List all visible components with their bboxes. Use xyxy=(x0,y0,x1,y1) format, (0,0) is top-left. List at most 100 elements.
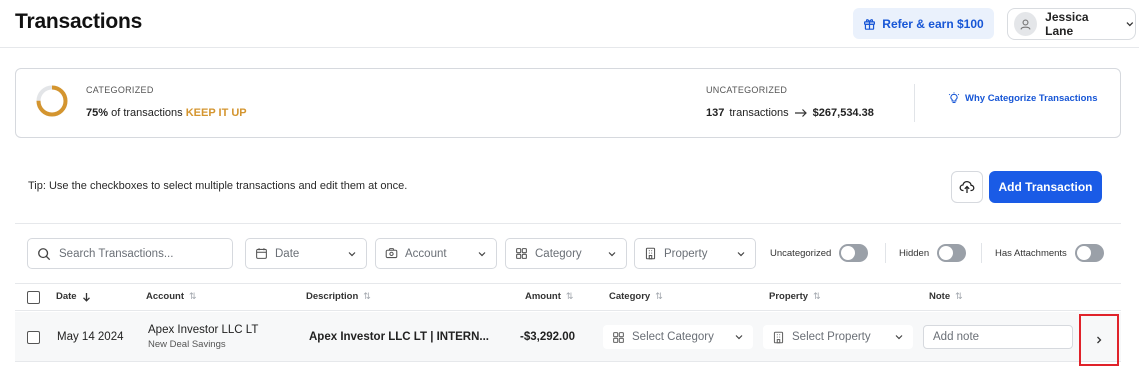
chevron-right-icon xyxy=(1097,336,1102,344)
uncategorized-value: 137 transactions $267,534.38 xyxy=(706,107,874,119)
account-filter[interactable]: Account xyxy=(375,238,497,269)
page-title: Transactions xyxy=(15,10,143,33)
note-input[interactable] xyxy=(923,325,1073,349)
sort-icon: ⇅ xyxy=(565,291,574,301)
chevron-down-icon xyxy=(608,251,616,256)
chevron-down-icon xyxy=(478,251,486,256)
uncategorized-text: transactions xyxy=(729,107,789,119)
property-filter-label: Property xyxy=(664,247,708,260)
attachments-toggle[interactable] xyxy=(1074,244,1104,262)
column-header-description[interactable]: Description ⇅ xyxy=(306,291,371,302)
row-checkbox[interactable] xyxy=(27,331,40,344)
summary-divider xyxy=(914,84,915,122)
upload-button[interactable] xyxy=(951,171,983,203)
categorization-summary-card: CATEGORIZED 75% of transactions KEEP IT … xyxy=(15,68,1121,138)
avatar xyxy=(1014,12,1038,36)
why-categorize-link[interactable]: Why Categorize Transactions xyxy=(948,92,1098,104)
date-filter[interactable]: Date xyxy=(245,238,367,269)
attachments-toggle-group: Has Attachments xyxy=(995,243,1104,263)
sort-icon: ⇅ xyxy=(655,291,663,301)
lightbulb-icon xyxy=(948,92,960,104)
property-filter[interactable]: Property xyxy=(634,238,756,269)
grid-icon xyxy=(516,248,527,259)
chevron-down-icon xyxy=(895,335,903,340)
row-description: Apex Investor LLC LT | INTERN... xyxy=(309,331,489,343)
building-icon xyxy=(645,247,656,260)
section-divider xyxy=(15,223,1121,224)
row-date: May 14 2024 xyxy=(57,331,124,343)
sort-icon: ⇅ xyxy=(813,291,821,301)
column-label: Account xyxy=(146,291,184,302)
user-name: Jessica Lane xyxy=(1045,10,1089,38)
column-header-category[interactable]: Category ⇅ xyxy=(609,291,663,302)
top-bar: Transactions Refer & earn $100 Jessica L… xyxy=(0,0,1139,48)
table-header: Date Account ⇅ Description ⇅ Amount ⇅ Ca… xyxy=(15,283,1121,311)
search-icon xyxy=(38,247,51,260)
column-header-property[interactable]: Property ⇅ xyxy=(769,291,821,302)
calendar-icon xyxy=(256,248,267,259)
chevron-down-icon xyxy=(1126,22,1134,27)
search-input[interactable] xyxy=(59,247,219,260)
hidden-toggle[interactable] xyxy=(937,244,967,262)
column-label: Date xyxy=(56,291,77,302)
row-expand-button[interactable] xyxy=(1079,314,1119,366)
grid-icon xyxy=(613,331,624,343)
add-transaction-button[interactable]: Add Transaction xyxy=(989,171,1102,203)
keep-it-up-label: KEEP IT UP xyxy=(185,107,247,119)
categorized-value: 75% of transactions KEEP IT UP xyxy=(86,107,247,119)
building-icon xyxy=(773,331,784,343)
property-select-placeholder: Select Property xyxy=(792,331,871,343)
filter-divider xyxy=(981,243,982,263)
uncategorized-toggle-label: Uncategorized xyxy=(770,247,832,259)
chevron-down-icon xyxy=(737,251,745,256)
column-header-amount[interactable]: Amount ⇅ xyxy=(525,291,573,302)
why-categorize-label: Why Categorize Transactions xyxy=(965,92,1098,104)
column-label: Note xyxy=(929,291,951,302)
categorized-percent: 75% xyxy=(86,107,109,119)
categorized-progress-ring xyxy=(36,85,68,117)
attachments-toggle-label: Has Attachments xyxy=(995,247,1067,259)
uncategorized-toggle[interactable] xyxy=(839,244,869,262)
user-menu-button[interactable]: Jessica Lane xyxy=(1007,8,1136,40)
uncategorized-toggle-group: Uncategorized xyxy=(770,243,869,263)
column-label: Amount xyxy=(525,291,561,302)
category-filter-label: Category xyxy=(535,247,582,260)
arrow-down-icon xyxy=(82,292,90,302)
uncategorized-count: 137 xyxy=(706,107,725,119)
arrow-right-icon xyxy=(794,109,807,117)
table-row[interactable]: May 14 2024 Apex Investor LLC LT New Dea… xyxy=(15,312,1121,366)
uncategorized-amount: $267,534.38 xyxy=(812,107,874,119)
sort-icon: ⇅ xyxy=(363,291,371,301)
sort-icon: ⇅ xyxy=(189,291,197,301)
chevron-down-icon xyxy=(735,335,743,340)
user-icon xyxy=(1020,18,1031,30)
row-amount: -$3,292.00 xyxy=(520,331,575,343)
bank-icon xyxy=(385,248,398,259)
categorized-text: of transactions xyxy=(111,107,183,119)
account-filter-label: Account xyxy=(405,247,447,260)
select-all-checkbox[interactable] xyxy=(27,291,40,304)
hidden-toggle-label: Hidden xyxy=(899,247,930,259)
column-label: Category xyxy=(609,291,651,302)
tip-text: Tip: Use the checkboxes to select multip… xyxy=(28,180,408,192)
chevron-down-icon xyxy=(348,251,356,256)
categorized-label: CATEGORIZED xyxy=(86,85,154,95)
column-header-date[interactable]: Date xyxy=(56,291,91,302)
search-box[interactable] xyxy=(27,238,233,269)
row-account: Apex Investor LLC LT xyxy=(148,324,259,336)
category-select-placeholder: Select Category xyxy=(632,331,714,343)
hidden-toggle-group: Hidden xyxy=(899,243,967,263)
category-select[interactable]: Select Category xyxy=(603,325,753,349)
sort-icon: ⇅ xyxy=(955,291,963,301)
property-select[interactable]: Select Property xyxy=(763,325,913,349)
category-filter[interactable]: Category xyxy=(505,238,627,269)
gift-icon xyxy=(864,19,876,30)
column-header-note[interactable]: Note ⇅ xyxy=(929,291,963,302)
uncategorized-label: UNCATEGORIZED xyxy=(706,85,788,95)
row-account-sub: New Deal Savings xyxy=(148,339,226,350)
refer-button[interactable]: Refer & earn $100 xyxy=(853,8,994,39)
cloud-upload-icon xyxy=(959,180,975,193)
column-header-account[interactable]: Account ⇅ xyxy=(146,291,197,302)
column-label: Description xyxy=(306,291,359,302)
date-filter-label: Date xyxy=(275,247,300,260)
